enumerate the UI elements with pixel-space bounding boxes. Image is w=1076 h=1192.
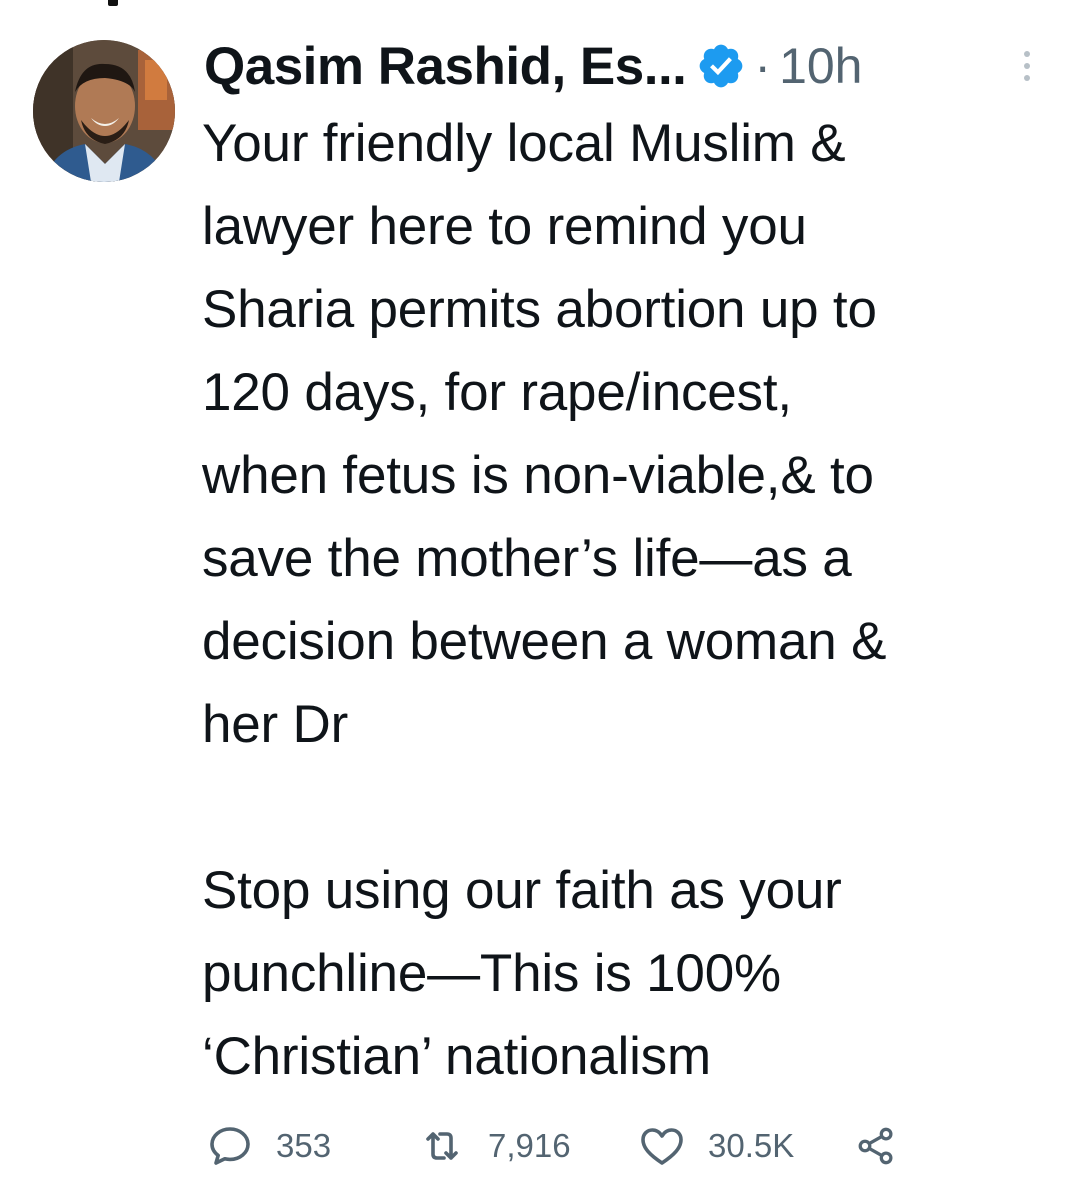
retweet-count: 7,916 <box>488 1127 571 1164</box>
timestamp[interactable]: 10h <box>779 37 862 95</box>
reply-count: 353 <box>276 1127 332 1164</box>
share-icon <box>854 1124 898 1168</box>
author-name[interactable]: Qasim Rashid, Es... <box>204 36 687 97</box>
reply-icon <box>206 1122 254 1170</box>
retweet-icon <box>418 1122 466 1170</box>
previous-item-fragment <box>108 0 118 6</box>
heart-icon <box>638 1122 686 1170</box>
reply-button[interactable]: 353 <box>206 1118 331 1174</box>
verified-badge-icon <box>696 41 746 91</box>
tweet-text: Your friendly local Muslim & lawyer here… <box>202 114 887 1086</box>
like-count: 30.5K <box>708 1127 795 1164</box>
tweet-actions: 353 7,916 30.5K <box>206 1118 1056 1174</box>
tweet-header: Qasim Rashid, Es... · 10h <box>204 30 863 102</box>
separator-dot: · <box>754 38 772 94</box>
share-button[interactable] <box>854 1118 898 1174</box>
more-vertical-icon[interactable] <box>1017 46 1037 86</box>
avatar-photo <box>33 40 175 182</box>
like-button[interactable]: 30.5K <box>638 1118 794 1174</box>
avatar[interactable] <box>33 40 175 182</box>
retweet-button[interactable]: 7,916 <box>418 1118 571 1174</box>
